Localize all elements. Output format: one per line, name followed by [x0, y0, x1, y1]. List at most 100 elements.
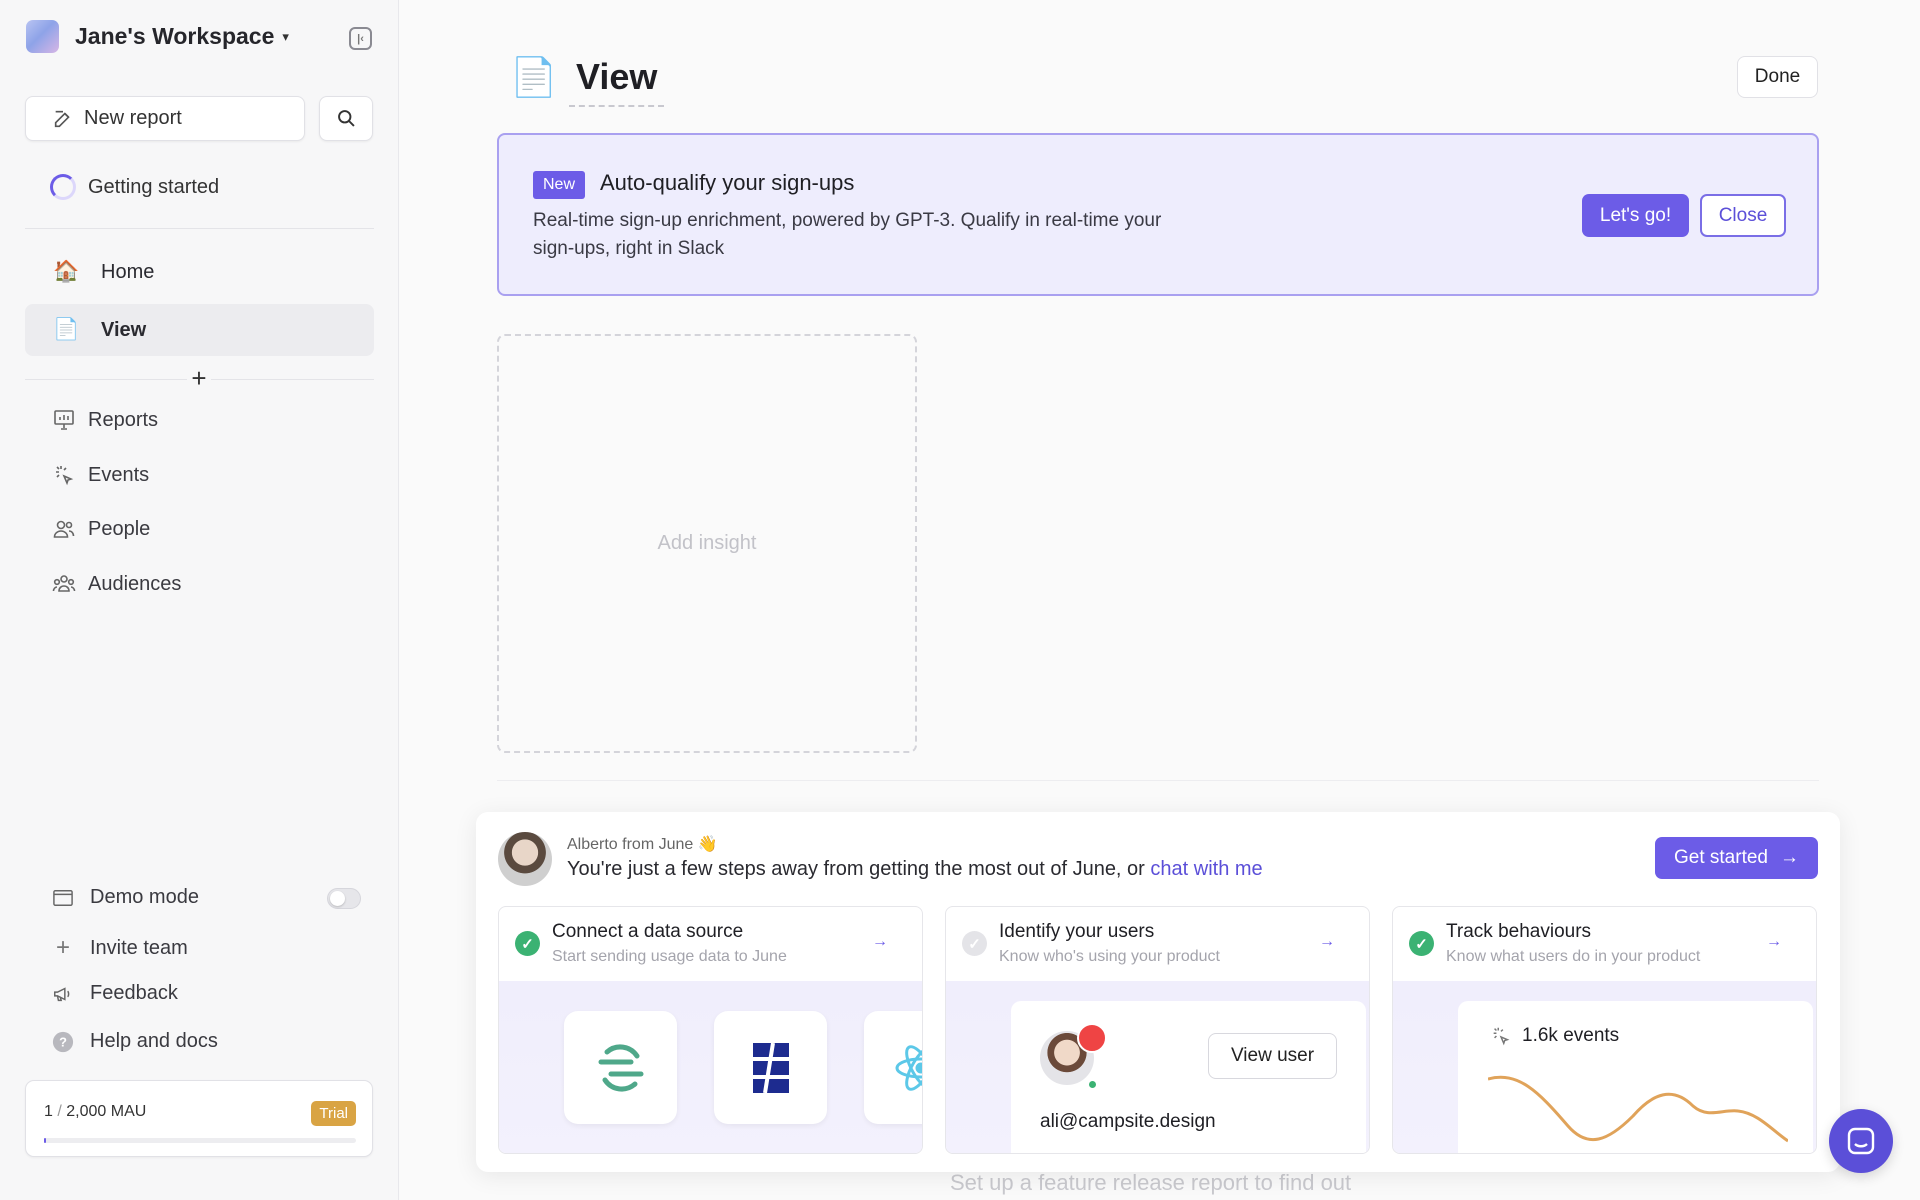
- trial-badge: Trial: [311, 1101, 356, 1126]
- sidebar-item-view[interactable]: 📄 View: [25, 304, 374, 356]
- sidebar-item-help[interactable]: ? Help and docs: [52, 1030, 218, 1053]
- events-count: 1.6k events: [1490, 1025, 1619, 1047]
- window-icon: [52, 888, 74, 908]
- sidebar-item-invite-team[interactable]: + Invite team: [52, 934, 188, 962]
- new-badge: New: [533, 171, 586, 199]
- chat-icon: [1847, 1127, 1875, 1155]
- sidebar-item-reports[interactable]: Reports: [52, 408, 158, 432]
- sidebar-item-audiences[interactable]: Audiences: [52, 572, 181, 596]
- react-logo-icon: [864, 1011, 922, 1124]
- sidebar-item-label: View: [101, 318, 147, 341]
- demo-mode-toggle[interactable]: [327, 888, 361, 909]
- sidebar-item-label: Help and docs: [90, 1030, 218, 1052]
- search-icon: [337, 110, 355, 127]
- cursor-click-icon: [1493, 1027, 1510, 1046]
- avatar: [498, 832, 552, 886]
- view-user-button[interactable]: View user: [1208, 1033, 1337, 1079]
- page-icon[interactable]: 📄: [510, 56, 557, 100]
- sidebar-item-label: Events: [88, 463, 150, 486]
- announcement-banner: New Auto-qualify your sign-ups Real-time…: [497, 133, 1819, 296]
- add-pin-button[interactable]: +: [187, 364, 211, 392]
- ghost-hint-text: Set up a feature release report to find …: [950, 1170, 1352, 1195]
- search-button[interactable]: [319, 96, 373, 141]
- add-insight-label: Add insight: [657, 532, 757, 554]
- sidebar-item-label: Invite team: [90, 936, 188, 959]
- svg-text:?: ?: [59, 1034, 67, 1049]
- add-insight-placeholder[interactable]: Add insight: [497, 334, 917, 753]
- step-identify-users[interactable]: ✓ Identify your users Know who's using y…: [945, 906, 1370, 1154]
- collapse-sidebar-icon[interactable]: |‹: [349, 27, 372, 50]
- progress-ring-icon: [50, 174, 76, 200]
- add-pin-row: +: [25, 364, 374, 392]
- done-button[interactable]: Done: [1737, 56, 1818, 98]
- workspace-avatar: [26, 20, 59, 53]
- step-header: ✓ Track behaviours Know what users do in…: [1393, 907, 1816, 981]
- chevron-down-icon: ▾: [282, 28, 289, 44]
- house-emoji-icon: 🏠: [53, 260, 80, 283]
- june-logo-icon: [714, 1011, 827, 1124]
- segment-logo-icon: [564, 1011, 677, 1124]
- divider: [25, 228, 374, 229]
- sidebar-item-events[interactable]: Events: [52, 463, 149, 487]
- mau-progress-fill: [44, 1138, 46, 1143]
- page-title[interactable]: View: [569, 52, 665, 107]
- step-preview: 1.6k events: [1393, 981, 1816, 1153]
- page-emoji-icon: 📄: [53, 318, 80, 341]
- sidebar-item-label: Demo mode: [90, 886, 199, 908]
- check-icon: ✓: [962, 931, 987, 956]
- sidebar-item-demo-mode[interactable]: Demo mode: [52, 886, 199, 909]
- getting-started-item[interactable]: Getting started: [50, 174, 219, 200]
- onboarding-card: Alberto from June 👋 You're just a few st…: [476, 812, 1840, 1172]
- presentation-chart-icon: [54, 410, 74, 430]
- step-title: Track behaviours: [1446, 921, 1592, 942]
- get-started-button[interactable]: Get started →: [1655, 837, 1818, 879]
- megaphone-icon: [52, 983, 74, 1005]
- step-connect-data-source[interactable]: ✓ Connect a data source Start sending us…: [498, 906, 923, 1154]
- arrow-right-icon: →: [1766, 933, 1782, 950]
- step-subtitle: Know who's using your product: [999, 948, 1220, 965]
- sidebar-item-feedback[interactable]: Feedback: [52, 982, 178, 1005]
- onboarding-sender: Alberto from June 👋: [567, 836, 718, 853]
- divider: [497, 780, 1819, 781]
- sidebar-item-people[interactable]: People: [52, 517, 150, 541]
- sidebar-item-home[interactable]: 🏠 Home: [25, 246, 374, 298]
- new-report-button[interactable]: New report: [25, 96, 305, 141]
- user-email: ali@campsite.design: [1040, 1111, 1216, 1132]
- arrow-right-icon: →: [1319, 933, 1335, 950]
- chat-launcher-button[interactable]: [1829, 1109, 1893, 1173]
- events-sparkline: [1488, 1075, 1788, 1143]
- check-icon: ✓: [515, 931, 540, 956]
- company-badge-icon: [1077, 1023, 1107, 1053]
- users-icon: [53, 520, 75, 538]
- user-preview-card: View user ali@campsite.design: [1011, 1001, 1366, 1153]
- sidebar: Jane's Workspace ▾ |‹ New report Getting…: [0, 0, 399, 1200]
- step-track-behaviours[interactable]: ✓ Track behaviours Know what users do in…: [1392, 906, 1817, 1154]
- step-title: Identify your users: [999, 921, 1155, 942]
- workspace-name: Jane's Workspace: [75, 23, 275, 49]
- sidebar-item-label: Home: [101, 260, 155, 283]
- close-banner-button[interactable]: Close: [1700, 194, 1786, 237]
- step-header: ✓ Identify your users Know who's using y…: [946, 907, 1369, 981]
- chat-with-me-link[interactable]: chat with me: [1150, 858, 1262, 880]
- events-preview-card: 1.6k events: [1458, 1001, 1813, 1153]
- arrow-right-icon: →: [1780, 847, 1799, 868]
- lets-go-button[interactable]: Let's go!: [1582, 194, 1689, 237]
- sidebar-item-label: Feedback: [90, 982, 178, 1004]
- banner-description: Real-time sign-up enrichment, powered by…: [533, 210, 1162, 259]
- plus-icon: +: [55, 934, 70, 961]
- step-subtitle: Know what users do in your product: [1446, 948, 1701, 965]
- workspace-switcher[interactable]: Jane's Workspace ▾: [26, 20, 289, 53]
- mau-usage-text: 1 / 2,000 MAU: [44, 1103, 147, 1120]
- online-status-dot: [1087, 1079, 1098, 1090]
- mau-progress-bar: [44, 1138, 356, 1143]
- step-preview: [499, 981, 922, 1153]
- new-report-label: New report: [84, 107, 182, 129]
- step-title: Connect a data source: [552, 921, 744, 942]
- step-header: ✓ Connect a data source Start sending us…: [499, 907, 922, 981]
- edit-icon: [54, 110, 70, 127]
- mau-usage-card[interactable]: 1 / 2,000 MAU Trial: [25, 1080, 373, 1157]
- getting-started-label: Getting started: [88, 175, 220, 198]
- onboarding-message: You're just a few steps away from gettin…: [567, 858, 1263, 880]
- arrow-right-icon: →: [872, 933, 888, 950]
- help-icon: ?: [52, 1031, 74, 1053]
